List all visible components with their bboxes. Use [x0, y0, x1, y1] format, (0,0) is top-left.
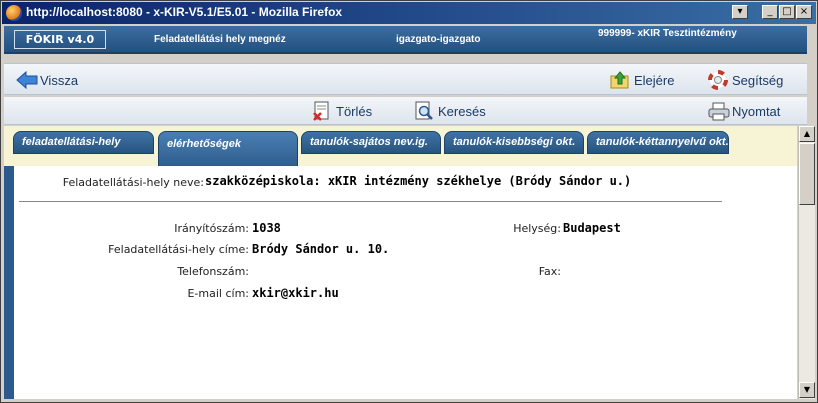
- lifebuoy-icon: [708, 70, 728, 90]
- action-toolbar: Törlés Keresés Nyomtat: [4, 97, 807, 125]
- divider: [19, 201, 722, 202]
- site-name-value: szakközépiskola: xKIR intézmény székhely…: [205, 174, 632, 188]
- zip-value: 1038: [252, 221, 281, 235]
- delete-document-icon: [312, 101, 332, 121]
- window-title: http://localhost:8080 - x-KIR-V5.1/E5.01…: [26, 5, 343, 19]
- search-document-icon: [414, 101, 434, 121]
- back-label: Vissza: [40, 72, 79, 88]
- email-value: xkir@xkir.hu: [252, 286, 339, 300]
- help-button[interactable]: Segítség: [708, 70, 783, 90]
- city-value: Budapest: [563, 221, 621, 235]
- address-value: Bródy Sándor u. 10.: [252, 242, 390, 256]
- address-label: Feladatellátási-hely címe:: [108, 243, 249, 256]
- navigation-toolbar: Vissza Elejére Segítség: [4, 63, 807, 95]
- email-label: E-mail cím:: [187, 287, 249, 300]
- site-name-label: Feladatellátási-hely neve:: [62, 176, 204, 189]
- institution-name: 999999- xKIR Tesztintézmény: [598, 28, 737, 39]
- close-button[interactable]: ×: [796, 5, 812, 19]
- tab-tanulok-sajatos[interactable]: tanulók-sajátos nev.ig.: [301, 131, 441, 154]
- city-label: Helység:: [513, 222, 561, 235]
- scroll-thumb[interactable]: [799, 143, 815, 205]
- tab-tanulok-kisebbsegi[interactable]: tanulók-kisebbségi okt.: [444, 131, 584, 154]
- window-menu-button[interactable]: ▾: [732, 5, 748, 19]
- content-panel: Feladatellátási-hely neve: szakközépisko…: [4, 166, 797, 399]
- user-name: igazgato-igazgato: [396, 34, 481, 45]
- print-button[interactable]: Nyomtat: [708, 101, 780, 121]
- app-logo: FÖKIR v4.0: [14, 30, 106, 49]
- minimize-button[interactable]: _: [762, 5, 778, 19]
- app-header: FÖKIR v4.0 Feladatellátási hely megnéz i…: [4, 26, 807, 54]
- delete-button[interactable]: Törlés: [312, 101, 372, 121]
- back-button[interactable]: Vissza: [16, 70, 78, 90]
- delete-label: Törlés: [336, 103, 373, 119]
- search-button[interactable]: Keresés: [414, 101, 486, 121]
- fax-label: Fax:: [538, 265, 561, 278]
- tab-feladatellatasi-hely[interactable]: feladatellátási-hely: [13, 131, 154, 154]
- phone-label: Telefonszám:: [177, 265, 249, 278]
- print-label: Nyomtat: [732, 103, 781, 119]
- help-label: Segítség: [732, 72, 784, 88]
- scroll-up-arrow-icon[interactable]: ▲: [799, 126, 815, 142]
- page-title: Feladatellátási hely megnéz: [154, 34, 286, 45]
- zip-label: Irányítószám:: [174, 222, 249, 235]
- home-label: Elejére: [634, 72, 675, 88]
- window-titlebar: http://localhost:8080 - x-KIR-V5.1/E5.01…: [2, 2, 816, 24]
- tab-tanulok-kettannyelvu[interactable]: tanulók-kéttannyelvű okt.: [587, 131, 729, 154]
- vertical-scrollbar[interactable]: ▲ ▼: [798, 126, 815, 399]
- home-button[interactable]: Elejére: [610, 70, 674, 90]
- maximize-button[interactable]: □: [779, 5, 795, 19]
- back-arrow-icon: [16, 70, 38, 90]
- search-label: Keresés: [438, 103, 486, 119]
- scroll-down-arrow-icon[interactable]: ▼: [799, 382, 815, 398]
- tab-elerhetosegek[interactable]: elérhetőségek: [158, 131, 298, 166]
- printer-icon: [708, 101, 730, 121]
- browser-window: http://localhost:8080 - x-KIR-V5.1/E5.01…: [0, 0, 818, 403]
- folder-up-icon: [610, 70, 630, 90]
- firefox-icon: [6, 5, 22, 21]
